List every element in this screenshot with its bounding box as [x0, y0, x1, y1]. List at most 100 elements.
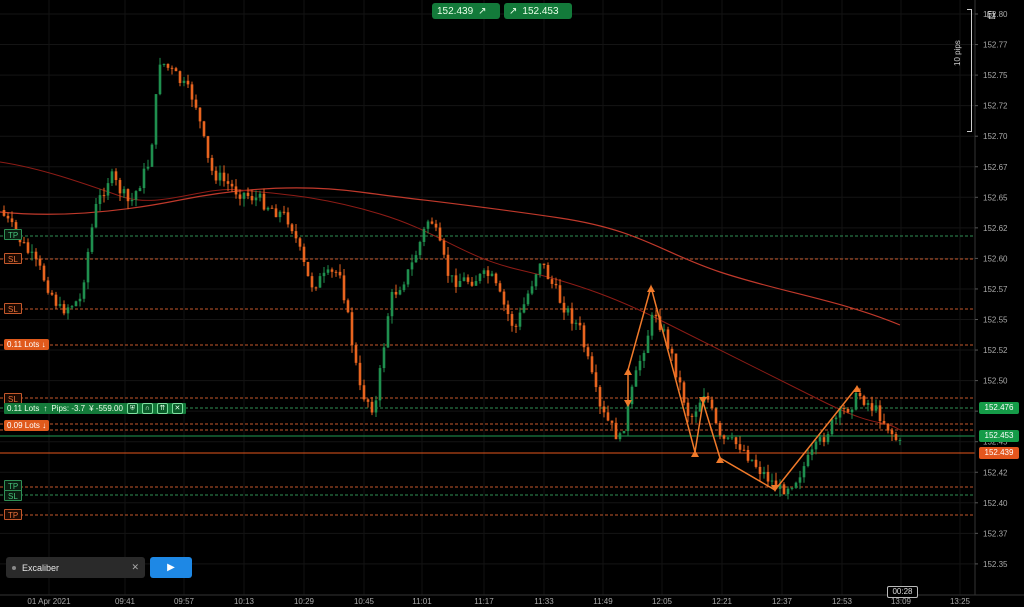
candle-body — [322, 272, 326, 277]
candle-body — [550, 279, 554, 284]
candle-body — [398, 290, 402, 295]
reverse-icon[interactable]: ∩ — [141, 403, 153, 414]
candle-body — [310, 276, 314, 288]
candle-body — [898, 439, 902, 441]
candle-body — [198, 107, 202, 122]
arrow-down-icon: ↓ — [42, 421, 47, 430]
position-price-label: 152.476 — [979, 402, 1019, 414]
candle-body — [450, 275, 454, 277]
candle-body — [806, 454, 810, 467]
candle-body — [406, 269, 410, 285]
candle-body — [146, 166, 150, 169]
candle-body — [234, 186, 238, 195]
candle-body — [598, 387, 602, 407]
candle-body — [94, 203, 98, 228]
candle-body — [682, 382, 686, 403]
buy-quote-button[interactable]: ↗ 152.453 — [504, 3, 572, 19]
candle-body — [714, 408, 718, 424]
candle-body — [886, 423, 890, 431]
price-tick-label: 152.55 — [983, 316, 1008, 325]
candle-body — [566, 308, 570, 313]
pending-order-tag[interactable]: 0.11 Lots ↓ — [4, 339, 49, 350]
candle-body — [262, 193, 266, 210]
candle-body — [798, 477, 802, 483]
candle-body — [610, 420, 614, 423]
candle-body — [346, 300, 350, 313]
candle-body — [410, 262, 414, 270]
arrow-down-icon: ↓ — [41, 340, 46, 349]
candle-body — [850, 409, 854, 413]
arrow-up-marker — [624, 368, 632, 375]
candle-body — [230, 183, 234, 187]
candle-body — [6, 215, 10, 219]
candle-body — [894, 434, 898, 440]
candle-body — [222, 172, 226, 182]
candle-body — [354, 345, 358, 363]
stop-loss-tag[interactable]: SL — [4, 253, 22, 264]
candle-body — [106, 183, 110, 196]
candle-body — [226, 181, 230, 184]
candle-body — [54, 294, 58, 306]
candle-body — [122, 189, 126, 194]
tag-label: SL — [8, 255, 18, 264]
play-icon: ▶ — [167, 562, 175, 573]
open-position-bar[interactable]: 0.11 Lots ↑ Pips: -3.7 ¥ -559.00 ⛨ ∩ ⇈ ✕ — [4, 403, 186, 414]
candle-body — [546, 264, 550, 280]
candle-body — [302, 246, 306, 263]
candle-body — [154, 94, 158, 145]
candle-body — [90, 227, 94, 252]
candle-body — [194, 99, 198, 108]
candle-body — [142, 168, 146, 189]
sell-quote-button[interactable]: 152.439 ↗ — [432, 3, 500, 19]
popout-icon[interactable]: ⧉ — [987, 8, 1001, 22]
candle-body — [754, 459, 758, 467]
stop-loss-tag[interactable]: SL — [4, 490, 22, 501]
candle-body — [38, 258, 42, 266]
price-tick-label: 152.52 — [983, 346, 1008, 355]
candle-body — [454, 275, 458, 287]
close-icon[interactable]: ✕ — [171, 403, 183, 414]
candle-body — [206, 136, 210, 158]
candle-body — [74, 301, 78, 307]
bid-price-label: 152.439 — [979, 447, 1019, 459]
position-pnl: ¥ -559.00 — [89, 404, 123, 413]
candle-body — [554, 283, 558, 286]
algo-selector[interactable]: Excaliber ✕ — [6, 557, 145, 578]
tag-label: 0.09 Lots — [7, 421, 40, 430]
time-tick-label: 12:53 — [832, 597, 853, 606]
candle-body — [386, 316, 390, 348]
stop-loss-tag[interactable]: SL — [4, 303, 22, 314]
candle-body — [34, 251, 38, 259]
clear-icon[interactable]: ✕ — [131, 562, 139, 573]
candle-body — [170, 67, 174, 69]
arrow-up-icon: ↑ — [43, 404, 48, 413]
price-chart[interactable]: 152.80152.77152.75152.72152.70152.67152.… — [0, 0, 1024, 607]
take-profit-tag[interactable]: TP — [4, 229, 23, 240]
candle-body — [358, 362, 362, 386]
candle-body — [826, 434, 830, 443]
candle-body — [278, 211, 282, 218]
shield-icon[interactable]: ⛨ — [126, 403, 138, 414]
candle-body — [474, 281, 478, 286]
candle-body — [582, 325, 586, 348]
take-profit-tag[interactable]: TP — [4, 509, 23, 520]
candle-body — [30, 251, 34, 253]
pips-scale-label: 10 pips — [953, 40, 962, 66]
candle-body — [710, 399, 714, 409]
candle-body — [466, 277, 470, 282]
candle-body — [390, 291, 394, 317]
price-tick-label: 152.75 — [983, 71, 1008, 80]
double-up-icon[interactable]: ⇈ — [156, 403, 168, 414]
candle-body — [782, 484, 786, 495]
start-algo-button[interactable]: ▶ — [150, 557, 192, 578]
candle-body — [254, 197, 258, 201]
pending-order-tag[interactable]: 0.09 Lots ↓ — [4, 420, 50, 431]
candle-body — [810, 449, 814, 455]
candle-body — [530, 286, 534, 294]
candle-body — [538, 263, 542, 275]
candle-body — [462, 277, 466, 281]
tag-label: SL — [8, 492, 18, 501]
candle-body — [558, 285, 562, 303]
candle-body — [282, 211, 286, 213]
candle-body — [382, 347, 386, 369]
